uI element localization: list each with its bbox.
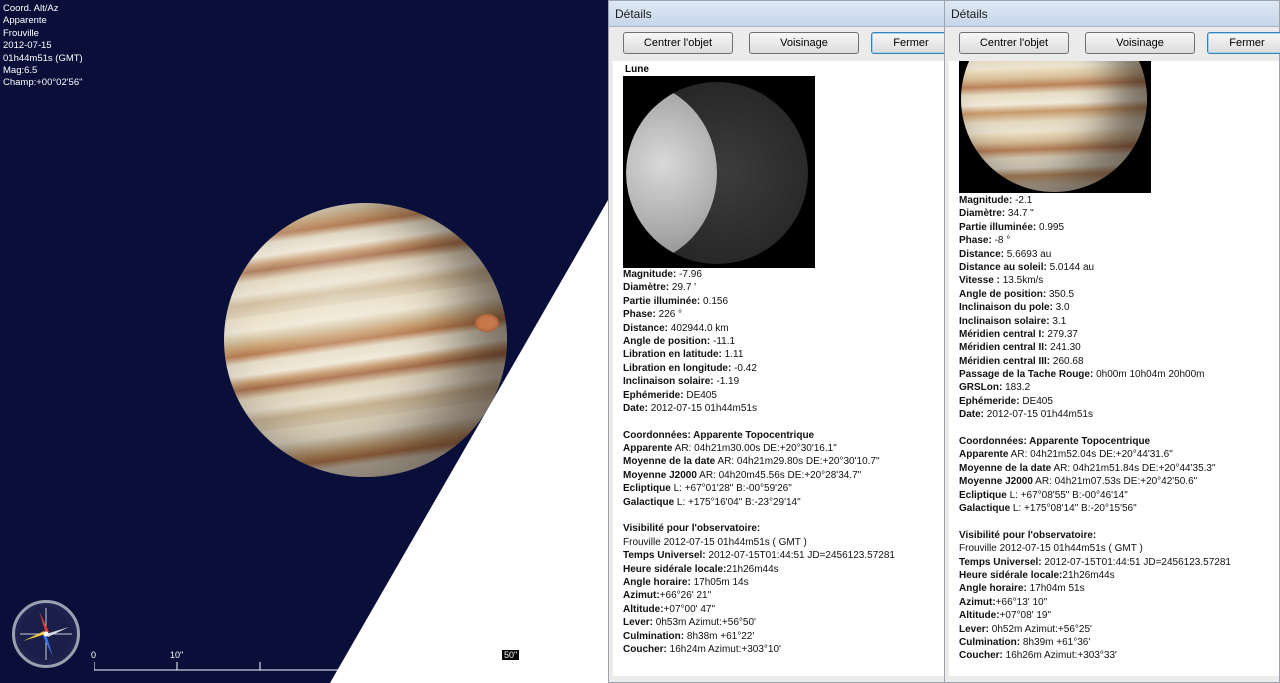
vis-row: Temps Universel: 2012-07-15T01:44:51 JD=… <box>623 550 895 562</box>
prop-row: Ephémeride: DE405 <box>959 395 1053 407</box>
prop-row: Phase: 226 ° <box>623 309 683 321</box>
prop-row: Inclinaison du pole: 3.0 <box>959 302 1070 314</box>
coord-row: Moyenne de la date AR: 04h21m51.84s DE:+… <box>959 462 1216 474</box>
prop-row: Angle de position: 350.5 <box>959 288 1075 300</box>
window-titlebar[interactable]: Détails <box>609 1 945 27</box>
prop-row: Distance: 5.6693 au <box>959 248 1052 260</box>
window-titlebar[interactable]: Détails <box>945 1 1279 27</box>
info-field: Champ:+00°02'56" <box>3 77 83 89</box>
prop-row: Date: 2012-07-15 01h44m51s <box>623 402 757 414</box>
angular-scale-bar: 0 10" 50" <box>91 640 524 680</box>
coord-row: Ecliptique L: +67°08'55" B:-00°46'14" <box>959 489 1128 501</box>
info-location: Frouville <box>3 27 39 39</box>
vis-row: Angle horaire: 17h05m 14s <box>623 576 749 588</box>
prop-row: Ephémeride: DE405 <box>623 389 717 401</box>
prop-row: Vitesse : 13.5km/s <box>959 275 1044 287</box>
scale-label-0: 0 <box>91 650 97 660</box>
visibility-heading: Visibilité pour l'observatoire: <box>623 523 761 535</box>
prop-row: Phase: -8 ° <box>959 235 1011 247</box>
vis-row: Culmination: 8h38m +61°22' <box>623 630 755 642</box>
prop-row: Passage de la Tache Rouge: 0h00m 10h04m … <box>959 369 1205 381</box>
vis-row: Lever: 0h53m Azimut:+56°50' <box>623 617 756 629</box>
close-button[interactable]: Fermer <box>871 32 951 54</box>
coord-row: Moyenne J2000 AR: 04h21m07.53s DE:+20°42… <box>959 476 1198 488</box>
prop-row: Méridien central I: 279.37 <box>959 328 1078 340</box>
center-object-button[interactable]: Centrer l'objet <box>959 32 1069 54</box>
prop-row: Distance au soleil: 5.0144 au <box>959 261 1095 273</box>
coord-row: Moyenne J2000 AR: 04h20m45.56s DE:+20°28… <box>623 469 862 481</box>
visibility-heading: Visibilité pour l'observatoire: <box>959 529 1097 541</box>
info-magnitude: Mag:6.5 <box>3 65 38 76</box>
window-title: Détails <box>615 7 652 21</box>
prop-row: Libration en latitude: 1.11 <box>623 349 744 361</box>
object-properties: Magnitude: -2.1 Diamètre: 34.7 " Partie … <box>959 194 1231 663</box>
coord-row: Ecliptique L: +67°01'28" B:-00°59'26" <box>623 483 792 495</box>
prop-row: GRSLon: 183.2 <box>959 382 1031 394</box>
coords-heading: Coordonnées: Apparente Topocentrique <box>623 429 815 441</box>
center-object-button[interactable]: Centrer l'objet <box>623 32 733 54</box>
prop-row: Magnitude: -2.1 <box>959 195 1033 206</box>
object-properties: Magnitude: -7.96 Diamètre: 29.7 ' Partie… <box>623 268 895 656</box>
info-coord-system: Coord. Alt/Az <box>3 3 59 14</box>
prop-row: Magnitude: -7.96 <box>623 269 702 280</box>
details-content: Magnitude: -2.1 Diamètre: 34.7 " Partie … <box>949 61 1279 676</box>
window-title: Détails <box>951 7 988 21</box>
prop-row: Diamètre: 29.7 ' <box>623 282 697 294</box>
details-window-jupiter: Détails Centrer l'objet Voisinage Fermer… <box>944 0 1280 683</box>
prop-row: Partie illuminée: 0.995 <box>959 221 1065 233</box>
moon-image <box>623 76 815 268</box>
vis-row: Angle horaire: 17h04m 51s <box>959 583 1085 595</box>
info-coord-type: Apparente <box>3 15 47 27</box>
vis-row: Heure sidérale locale:21h26m44s <box>623 563 779 575</box>
visibility-place: Frouville 2012-07-15 01h44m51s ( GMT ) <box>623 536 807 548</box>
compass-icon[interactable] <box>12 600 80 668</box>
coord-row: Galactique L: +175°16'04" B:-23°29'14" <box>623 496 801 508</box>
vis-row: Coucher: 16h24m Azimut:+303°10' <box>623 643 781 655</box>
vis-row: Temps Universel: 2012-07-15T01:44:51 JD=… <box>959 556 1231 568</box>
scale-label-50: 50" <box>502 650 520 660</box>
coord-row: Apparente AR: 04h21m30.00s DE:+20°30'16.… <box>623 443 837 455</box>
prop-row: Inclinaison solaire: 3.1 <box>959 315 1067 327</box>
vis-row: Altitude:+07°00' 47" <box>623 603 715 615</box>
vis-row: Coucher: 16h26m Azimut:+303°33' <box>959 650 1117 662</box>
great-red-spot <box>475 314 499 332</box>
info-time: 01h44m51s (GMT) <box>3 52 83 64</box>
prop-row: Angle de position: -11.1 <box>623 335 736 347</box>
neighborhood-button[interactable]: Voisinage <box>1085 32 1195 54</box>
neighborhood-button[interactable]: Voisinage <box>749 32 859 54</box>
prop-row: Inclinaison solaire: -1.19 <box>623 376 740 388</box>
prop-row: Distance: 402944.0 km <box>623 322 729 334</box>
prop-row: Diamètre: 34.7 " <box>959 208 1034 220</box>
vis-row: Culmination: 8h39m +61°36' <box>959 636 1091 648</box>
jupiter-planet[interactable] <box>224 203 507 477</box>
visibility-place: Frouville 2012-07-15 01h44m51s ( GMT ) <box>959 543 1143 555</box>
coord-row: Moyenne de la date AR: 04h21m29.80s DE:+… <box>623 456 880 468</box>
prop-row: Date: 2012-07-15 01h44m51s <box>959 409 1093 421</box>
vis-row: Azimut:+66°13' 10" <box>959 596 1048 608</box>
prop-row: Partie illuminée: 0.156 <box>623 295 729 307</box>
scale-label-10: 10" <box>170 650 184 660</box>
prop-row: Méridien central II: 241.30 <box>959 342 1081 354</box>
details-content: Lune Magnitude: -7.96 Diamètre: 29.7 ' P… <box>613 61 945 676</box>
vis-row: Altitude:+07°08' 19" <box>959 610 1051 622</box>
vis-row: Azimut:+66°26' 21" <box>623 590 712 602</box>
object-name: Lune <box>625 64 649 75</box>
coord-row: Apparente AR: 04h21m52.04s DE:+20°44'31.… <box>959 449 1173 461</box>
details-window-moon: Détails Centrer l'objet Voisinage Fermer… <box>608 0 951 683</box>
coords-heading: Coordonnées: Apparente Topocentrique <box>959 436 1151 448</box>
info-date: 2012-07-15 <box>3 40 52 52</box>
vis-row: Lever: 0h52m Azimut:+56°25' <box>959 623 1092 635</box>
close-button[interactable]: Fermer <box>1207 32 1280 54</box>
jupiter-image <box>959 61 1151 193</box>
prop-row: Libration en longitude: -0.42 <box>623 362 757 374</box>
vis-row: Heure sidérale locale:21h26m44s <box>959 569 1115 581</box>
coord-row: Galactique L: +175°08'14" B:-20°15'56" <box>959 502 1137 514</box>
prop-row: Méridien central III: 260.68 <box>959 355 1084 367</box>
